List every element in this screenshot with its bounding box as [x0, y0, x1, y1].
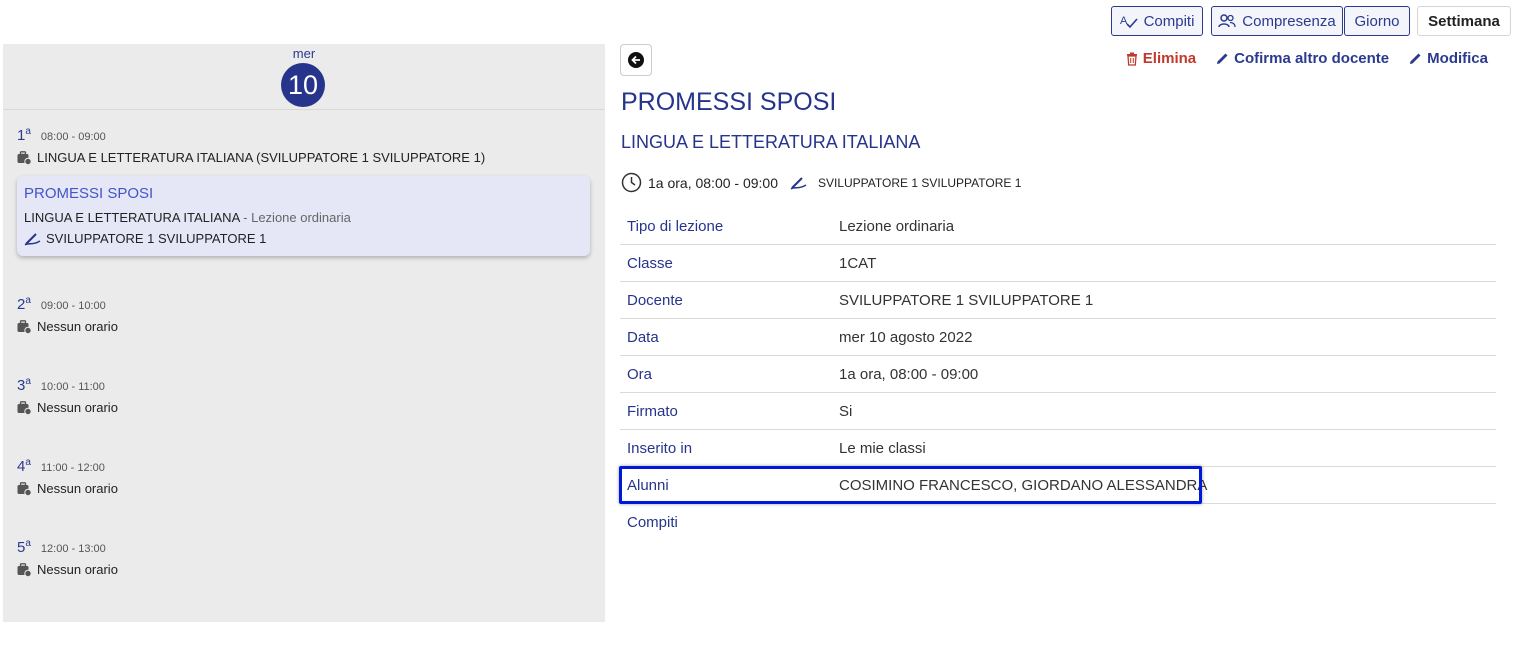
- lesson-meta: 1a ora, 08:00 - 09:00 SVILUPPATORE 1 SVI…: [621, 172, 1021, 193]
- slot-number: 2a: [17, 295, 31, 313]
- elimina-label: Elimina: [1142, 50, 1197, 67]
- row-key: Firmato: [627, 402, 678, 420]
- slot-number: 5a: [17, 538, 31, 556]
- compresenza-button[interactable]: Compresenza: [1211, 6, 1343, 36]
- hour-slot-1[interactable]: 1a 08:00 - 09:00 LINGUA E LETTERATURA IT…: [17, 126, 597, 165]
- briefcase-clock-icon: [17, 481, 32, 496]
- modifica-label: Modifica: [1427, 50, 1488, 67]
- lesson-subject: LINGUA E LETTERATURA ITALIANA: [621, 132, 921, 152]
- slot-number: 3a: [17, 376, 31, 394]
- lesson-card[interactable]: PROMESSI SPOSI LINGUA E LETTERATURA ITAL…: [17, 176, 590, 256]
- slot-time: 12:00 - 13:00: [40, 543, 106, 555]
- slot-subject: LINGUA E LETTERATURA ITALIANA (SVILUPPAT…: [37, 150, 486, 165]
- day-number-badge: 10: [281, 63, 325, 107]
- row-value: mer 10 agosto 2022: [839, 328, 973, 346]
- slot-time: 08:00 - 09:00: [40, 131, 106, 143]
- row-value: Le mie classi: [839, 439, 926, 457]
- row-value: COSIMINO FRANCESCO, GIORDANO ALESSANDRA: [839, 476, 1208, 494]
- table-row: Compiti: [620, 504, 1496, 541]
- slot-number: 1a: [17, 126, 31, 144]
- modifica-button[interactable]: Modifica: [1409, 50, 1488, 67]
- trash-icon: [1126, 52, 1137, 66]
- slot-empty-label: Nessun orario: [37, 400, 118, 415]
- slot-empty-label: Nessun orario: [37, 562, 118, 577]
- row-value: Si: [839, 402, 853, 420]
- lesson-time: 1a ora, 08:00 - 09:00: [648, 174, 778, 191]
- people-icon: [1218, 14, 1236, 28]
- cofirma-label: Cofirma altro docente: [1234, 50, 1390, 67]
- row-value: 1a ora, 08:00 - 09:00: [839, 365, 979, 383]
- row-key: Alunni: [627, 476, 669, 494]
- lesson-card-teacher: SVILUPPATORE 1 SVILUPPATORE 1: [24, 231, 583, 246]
- compiti-button[interactable]: A Compiti: [1111, 6, 1203, 36]
- clock-icon: [621, 172, 642, 193]
- row-value: 1CAT: [839, 254, 877, 272]
- settimana-button[interactable]: Settimana: [1417, 6, 1511, 36]
- briefcase-clock-icon: [17, 319, 32, 334]
- table-row: Firmato Si: [620, 393, 1496, 430]
- svg-text:A: A: [1120, 15, 1128, 27]
- row-key: Compiti: [627, 514, 678, 531]
- compiti-label: Compiti: [1143, 12, 1195, 30]
- row-key: Data: [627, 328, 659, 346]
- table-row: Inserito in Le mie classi: [620, 430, 1496, 467]
- table-row-alunni: Alunni COSIMINO FRANCESCO, GIORDANO ALESS…: [620, 467, 1496, 504]
- lesson-card-type: - Lezione ordinaria: [243, 210, 351, 225]
- lesson-card-subject: LINGUA E LETTERATURA ITALIANA - Lezione …: [24, 210, 351, 225]
- slot-number: 4a: [17, 457, 31, 475]
- briefcase-clock-icon: [17, 400, 32, 415]
- slot-time: 09:00 - 10:00: [40, 300, 106, 312]
- lesson-details-table: Tipo di lezione Lezione ordinaria Classe 1…: [620, 208, 1496, 541]
- lesson-card-title: PROMESSI SPOSI: [24, 185, 154, 202]
- spellcheck-icon: A: [1120, 15, 1138, 29]
- pencil-icon: [1217, 53, 1228, 64]
- view-toolbar: A Compiti Compresenza Giorno Settimana: [0, 6, 1524, 38]
- row-key: Classe: [627, 254, 673, 272]
- giorno-button[interactable]: Giorno: [1344, 6, 1410, 36]
- lesson-teacher: SVILUPPATORE 1 SVILUPPATORE 1: [818, 175, 1022, 190]
- row-value: SVILUPPATORE 1 SVILUPPATORE 1: [839, 291, 1094, 309]
- row-key: Inserito in: [627, 439, 693, 457]
- slot-time: 11:00 - 12:00: [40, 462, 105, 474]
- signature-pen-icon: [24, 232, 41, 246]
- hour-slot-4[interactable]: 4a 11:00 - 12:00 Nessun orario: [17, 457, 597, 496]
- pencil-icon: [1410, 53, 1421, 64]
- cofirma-button[interactable]: Cofirma altro docente: [1216, 50, 1389, 67]
- table-row: Data mer 10 agosto 2022: [620, 319, 1496, 356]
- row-value: Lezione ordinaria: [839, 217, 955, 235]
- back-button[interactable]: [620, 44, 652, 76]
- slot-empty-label: Nessun orario: [37, 481, 118, 496]
- settimana-label: Settimana: [1428, 12, 1500, 30]
- briefcase-clock-icon: [17, 562, 32, 577]
- compresenza-label: Compresenza: [1242, 12, 1336, 30]
- hour-slot-2[interactable]: 2a 09:00 - 10:00 Nessun orario: [17, 295, 597, 334]
- slot-time: 10:00 - 11:00: [40, 381, 105, 393]
- row-key: Ora: [627, 365, 653, 383]
- day-header: mer 10: [3, 44, 605, 110]
- row-key: Tipo di lezione: [627, 217, 724, 235]
- day-name: mer: [292, 46, 316, 61]
- signature-pen-icon: [790, 176, 807, 190]
- briefcase-clock-icon: [17, 150, 32, 165]
- giorno-label: Giorno: [1354, 12, 1400, 30]
- lesson-title: PROMESSI SPOSI: [621, 88, 837, 116]
- hour-slot-5[interactable]: 5a 12:00 - 13:00 Nessun orario: [17, 538, 597, 577]
- slot-empty-label: Nessun orario: [37, 319, 118, 334]
- table-row: Tipo di lezione Lezione ordinaria: [620, 208, 1496, 245]
- elimina-button[interactable]: Elimina: [1126, 50, 1196, 67]
- arrow-left-icon: [628, 52, 644, 68]
- table-row: Ora 1a ora, 08:00 - 09:00: [620, 356, 1496, 393]
- table-row: Classe 1CAT: [620, 245, 1496, 282]
- table-row: Docente SVILUPPATORE 1 SVILUPPATORE 1: [620, 282, 1496, 319]
- lesson-detail-panel: Elimina Cofirma altro docente Modifica P…: [620, 44, 1510, 604]
- day-schedule-panel: mer 10 1a 08:00 - 09:00 LINGUA E LETTERA…: [3, 44, 605, 622]
- hour-slot-3[interactable]: 3a 10:00 - 11:00 Nessun orario: [17, 376, 597, 415]
- row-key: Docente: [627, 291, 683, 309]
- lesson-actions: Elimina Cofirma altro docente Modifica: [1126, 50, 1488, 67]
